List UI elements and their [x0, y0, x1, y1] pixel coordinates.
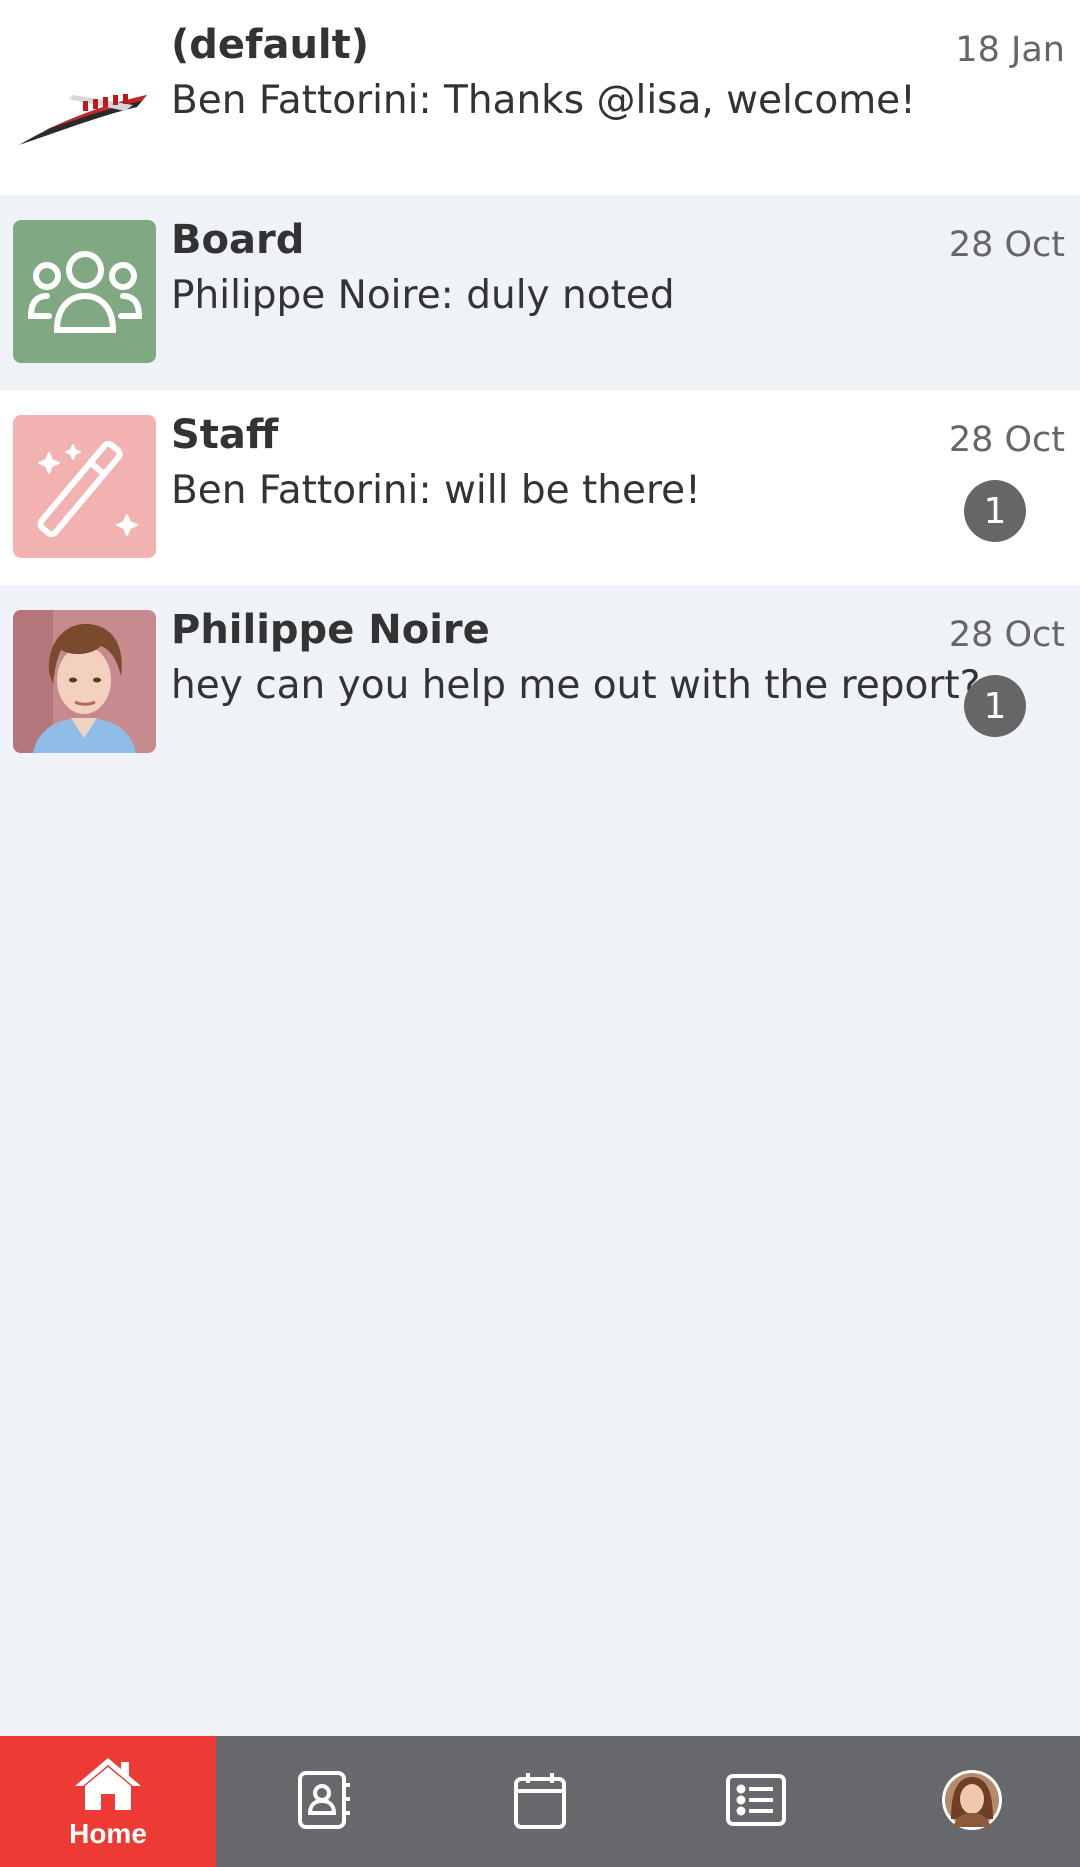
conversation-preview: Ben Fattorini: will be there!	[171, 468, 701, 513]
conversation-item[interactable]: (default) Ben Fattorini: Thanks @lisa, w…	[0, 0, 1080, 195]
conversation-item[interactable]: Philippe Noire hey can you help me out w…	[0, 585, 1080, 780]
magic-wand-icon	[13, 415, 156, 558]
conversation-date: 18 Jan	[955, 30, 1065, 70]
group-icon	[13, 220, 156, 363]
home-icon	[73, 1754, 143, 1816]
profile-avatar	[941, 1769, 1003, 1835]
bottom-nav: Home	[0, 1736, 1080, 1867]
nav-calendar[interactable]	[432, 1736, 648, 1867]
conversation-date: 28 Oct	[948, 420, 1065, 460]
nav-home[interactable]: Home	[0, 1736, 216, 1867]
shuttle-logo-icon	[13, 25, 156, 168]
conversation-item[interactable]: Staff Ben Fattorini: will be there! 28 O…	[0, 390, 1080, 585]
list-icon	[725, 1773, 787, 1831]
unread-badge: 1	[964, 675, 1026, 737]
contacts-icon	[296, 1769, 352, 1835]
conversation-preview: Philippe Noire: duly noted	[171, 273, 675, 318]
calendar-icon	[512, 1769, 568, 1835]
user-photo	[13, 610, 156, 753]
conversation-date: 28 Oct	[948, 225, 1065, 265]
nav-profile[interactable]	[864, 1736, 1080, 1867]
conversation-item[interactable]: Board Philippe Noire: duly noted 28 Oct	[0, 195, 1080, 390]
nav-contacts[interactable]	[216, 1736, 432, 1867]
nav-home-label: Home	[69, 1817, 147, 1849]
conversation-title: Board	[171, 217, 305, 263]
nav-list[interactable]	[648, 1736, 864, 1867]
conversation-date: 28 Oct	[948, 615, 1065, 655]
conversation-title: Staff	[171, 412, 279, 458]
conversation-preview: Ben Fattorini: Thanks @lisa, welcome!	[171, 78, 916, 123]
conversation-preview: hey can you help me out with the report?	[171, 663, 981, 708]
conversation-list: (default) Ben Fattorini: Thanks @lisa, w…	[0, 0, 1080, 780]
conversation-title: Philippe Noire	[171, 607, 490, 653]
unread-badge: 1	[964, 480, 1026, 542]
conversation-title: (default)	[171, 22, 370, 68]
